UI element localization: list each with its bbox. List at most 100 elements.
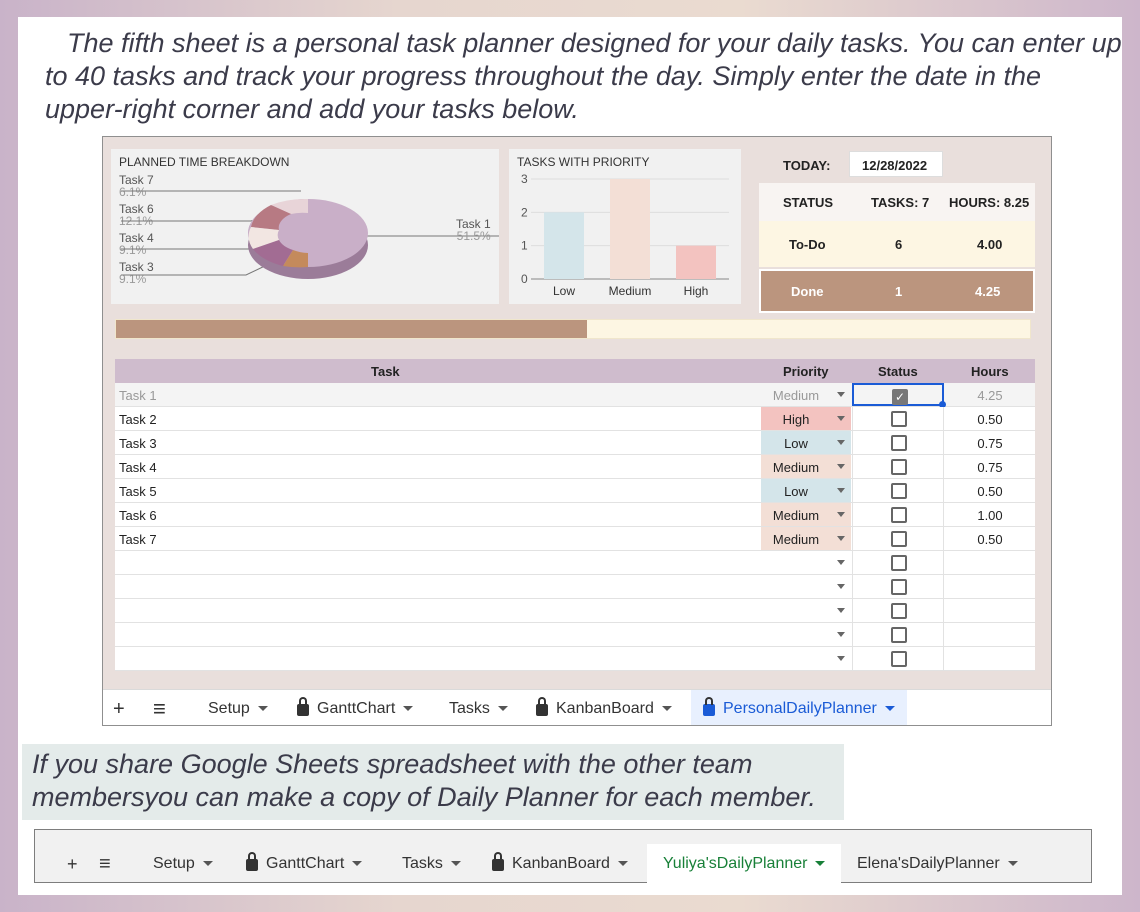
status-cell[interactable] (852, 479, 944, 502)
table-row[interactable] (115, 623, 1035, 647)
hours-value[interactable]: 1.00 (945, 508, 1035, 523)
chevron-down-icon[interactable] (257, 706, 268, 712)
status-checkbox[interactable] (891, 555, 907, 571)
tab-kanbanboard[interactable]: KanbanBoard (536, 690, 672, 725)
chevron-down-icon[interactable] (837, 488, 845, 493)
table-row[interactable] (115, 647, 1035, 671)
status-cell[interactable] (852, 503, 944, 526)
status-cell[interactable] (852, 599, 944, 622)
chevron-down-icon[interactable] (403, 706, 414, 712)
table-row[interactable]: Task 4 Medium 0.75 (115, 455, 1035, 479)
status-cell[interactable] (852, 431, 944, 454)
hours-value[interactable]: 0.75 (945, 436, 1035, 451)
chevron-down-icon[interactable] (617, 861, 628, 867)
status-cell[interactable] (852, 407, 944, 430)
status-cell[interactable]: ✓ (852, 383, 946, 408)
table-row[interactable]: Task 5 Low 0.50 (115, 479, 1035, 503)
chevron-down-icon[interactable] (837, 416, 845, 421)
status-cell[interactable] (852, 455, 944, 478)
table-row[interactable]: Task 3 Low 0.75 (115, 431, 1035, 455)
tab-elena-dailyplanner[interactable]: Elena'sDailyPlanner (857, 844, 1018, 884)
priority-select[interactable]: Low (761, 479, 851, 502)
status-checkbox[interactable] (891, 435, 907, 451)
status-checkbox[interactable] (891, 507, 907, 523)
priority-select[interactable] (761, 623, 851, 646)
task-name[interactable]: Task 4 (119, 460, 157, 475)
table-row[interactable] (115, 551, 1035, 575)
chevron-down-icon[interactable] (837, 632, 845, 637)
task-name[interactable]: Task 1 (119, 388, 157, 403)
status-checkbox[interactable] (891, 459, 907, 475)
chevron-down-icon[interactable] (661, 706, 672, 712)
status-checkbox[interactable] (891, 651, 907, 667)
tab-tasks[interactable]: Tasks (449, 690, 508, 725)
chevron-down-icon[interactable] (202, 861, 213, 867)
tab-ganttchart[interactable]: GanttChart (297, 690, 414, 725)
status-cell[interactable] (852, 551, 944, 574)
status-cell[interactable] (852, 527, 944, 550)
task-name[interactable]: Task 6 (119, 508, 157, 523)
priority-select[interactable]: Medium (761, 527, 851, 550)
priority-select[interactable]: Medium (761, 503, 851, 526)
priority-select[interactable]: High (761, 407, 851, 430)
chevron-down-icon[interactable] (837, 512, 845, 517)
chevron-down-icon[interactable] (837, 440, 845, 445)
tab-personaldailyplanner[interactable]: PersonalDailyPlanner (691, 690, 907, 725)
add-sheet-icon[interactable]: + (113, 690, 125, 725)
task-name[interactable]: Task 3 (119, 436, 157, 451)
chevron-down-icon[interactable] (837, 392, 845, 397)
table-row[interactable] (115, 575, 1035, 599)
chevron-down-icon[interactable] (450, 861, 461, 867)
tab-setup[interactable]: Setup (153, 844, 213, 884)
chevron-down-icon[interactable] (837, 608, 845, 613)
status-checkbox[interactable] (891, 627, 907, 643)
table-row[interactable]: Task 1 Medium ✓ 4.25 (115, 383, 1035, 408)
task-name[interactable]: Task 7 (119, 532, 157, 547)
priority-select[interactable] (761, 551, 851, 574)
task-name[interactable]: Task 5 (119, 484, 157, 499)
date-cell[interactable]: 12/28/2022 (849, 151, 943, 177)
status-cell[interactable] (852, 647, 944, 670)
hours-value[interactable]: 0.50 (945, 412, 1035, 427)
chevron-down-icon[interactable] (837, 560, 845, 565)
chevron-down-icon[interactable] (837, 584, 845, 589)
hours-value[interactable]: 4.25 (945, 388, 1035, 403)
chevron-down-icon[interactable] (837, 656, 845, 661)
status-checkbox[interactable] (891, 411, 907, 427)
add-sheet-icon[interactable]: + (67, 844, 78, 884)
chevron-down-icon[interactable] (497, 706, 508, 712)
tab-yuliya-dailyplanner[interactable]: Yuliya'sDailyPlanner (647, 844, 842, 884)
hours-value[interactable]: 0.50 (945, 532, 1035, 547)
status-checkbox[interactable] (891, 531, 907, 547)
priority-select[interactable]: Medium (761, 455, 851, 478)
hours-value[interactable]: 0.75 (945, 460, 1035, 475)
chevron-down-icon[interactable] (837, 464, 845, 469)
hours-value[interactable]: 0.50 (945, 484, 1035, 499)
all-sheets-icon[interactable]: ≡ (99, 844, 111, 884)
chevron-down-icon[interactable] (1007, 861, 1018, 867)
table-row[interactable]: Task 7 Medium 0.50 (115, 527, 1035, 551)
tab-setup[interactable]: Setup (208, 690, 268, 725)
status-checkbox[interactable] (891, 483, 907, 499)
tab-tasks[interactable]: Tasks (402, 844, 461, 884)
status-cell[interactable] (852, 623, 944, 646)
chevron-down-icon[interactable] (837, 536, 845, 541)
priority-select[interactable] (761, 647, 851, 670)
tab-ganttchart[interactable]: GanttChart (246, 844, 363, 884)
status-cell[interactable] (852, 575, 944, 598)
priority-select[interactable] (761, 575, 851, 598)
chevron-down-icon[interactable] (884, 706, 895, 712)
priority-select[interactable]: Medium (761, 383, 851, 406)
priority-select[interactable]: Low (761, 431, 851, 454)
table-row[interactable] (115, 599, 1035, 623)
table-row[interactable]: Task 2 High 0.50 (115, 407, 1035, 431)
status-checkbox[interactable] (891, 603, 907, 619)
all-sheets-icon[interactable]: ≡ (153, 690, 166, 725)
status-checkbox[interactable]: ✓ (892, 389, 908, 405)
chevron-down-icon[interactable] (352, 861, 363, 867)
table-row[interactable]: Task 6 Medium 1.00 (115, 503, 1035, 527)
tab-kanbanboard[interactable]: KanbanBoard (492, 844, 628, 884)
chevron-down-icon[interactable] (815, 861, 826, 867)
task-name[interactable]: Task 2 (119, 412, 157, 427)
status-checkbox[interactable] (891, 579, 907, 595)
